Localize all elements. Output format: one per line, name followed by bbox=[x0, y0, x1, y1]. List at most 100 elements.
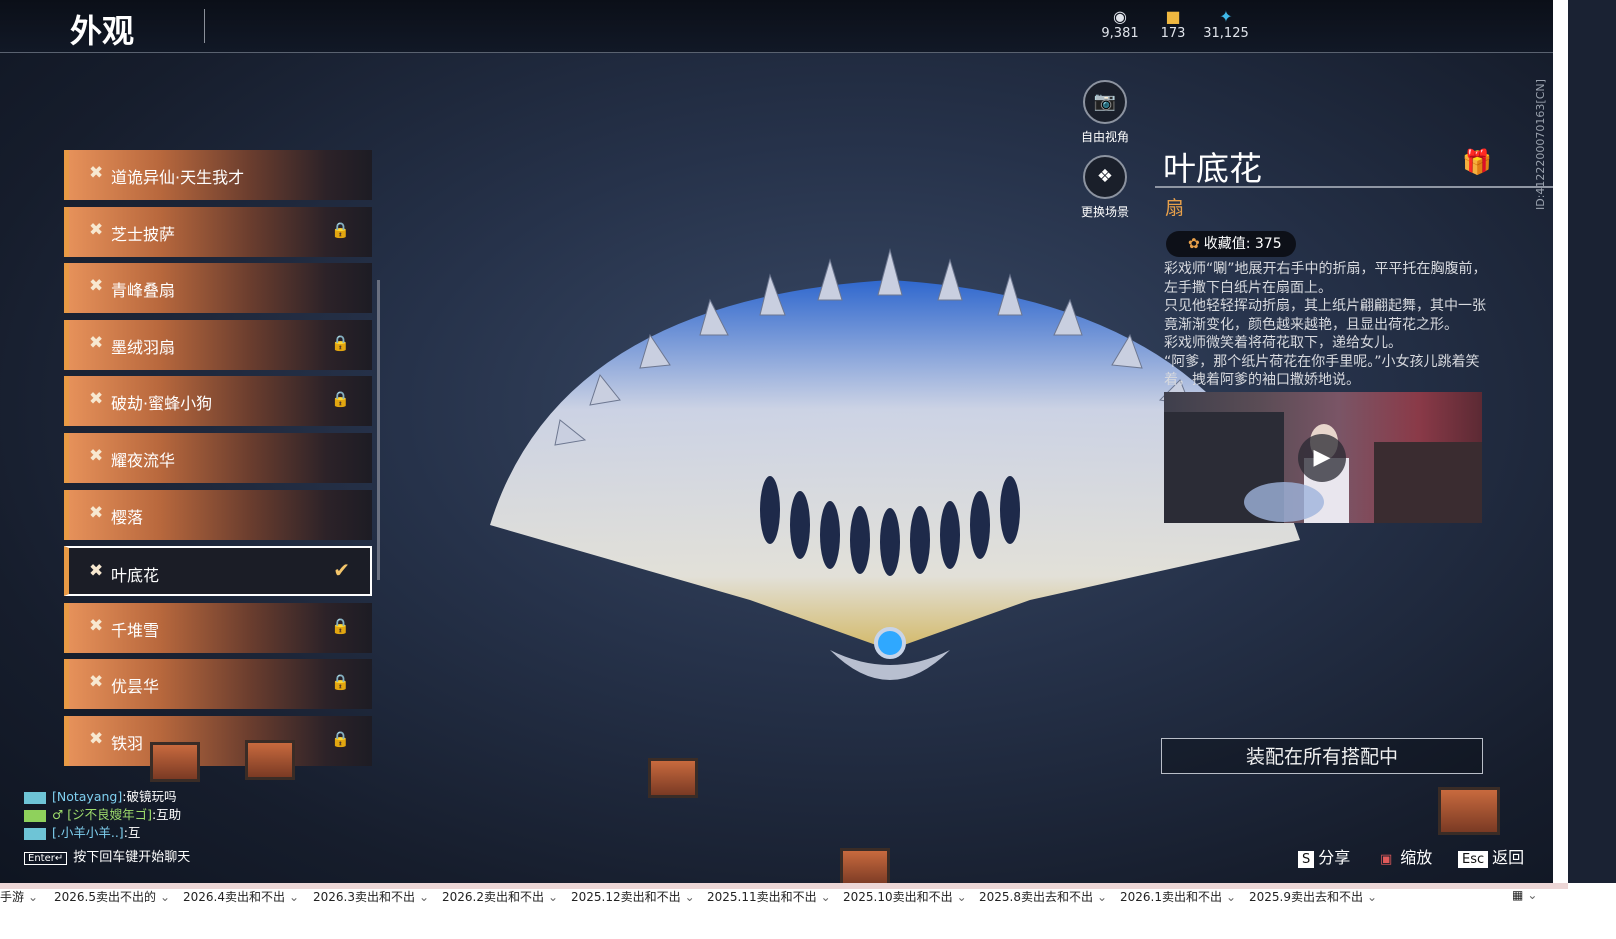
sheet-tab[interactable]: 手游 ⌄ bbox=[0, 888, 38, 905]
gold-chest-icon: ■ bbox=[1165, 7, 1181, 26]
chat-hint-text: 按下回车键开始聊天 bbox=[73, 850, 191, 865]
key-esc: Esc bbox=[1458, 851, 1489, 868]
title-underline bbox=[1155, 186, 1568, 188]
currency-bean: ◉ 9,381 bbox=[1090, 8, 1150, 42]
list-item[interactable]: ✖ 铁羽 🔒 bbox=[64, 715, 372, 766]
change-scene-button[interactable]: ❖ 更换场景 bbox=[1065, 155, 1145, 220]
tab-label: 2025.12卖出和不出 bbox=[571, 890, 681, 904]
lantern-decoration bbox=[1438, 787, 1500, 835]
chat-user[interactable]: [.小羊小羊..] bbox=[52, 825, 124, 840]
currency-value: 173 bbox=[1160, 26, 1186, 41]
list-item[interactable]: ✖ 优昙华 🔒 bbox=[64, 659, 372, 710]
key-s: S bbox=[1298, 851, 1315, 868]
collect-value: 收藏值: 375 bbox=[1203, 236, 1282, 252]
sheet-tab-bar: 手游 ⌄ 2026.5卖出不出的 ⌄ 2026.4卖出和不出 ⌄ 2026.3卖出和不… bbox=[0, 883, 1616, 939]
free-view-button[interactable]: 📷 自由视角 bbox=[1065, 80, 1145, 145]
desc-paragraph: “阿爹，那个纸片荷花在你手里呢。”小女孩儿跳着笑着，拽着阿爹的袖口撒娇地说。 bbox=[1164, 353, 1480, 389]
back-label: 返回 bbox=[1492, 848, 1525, 867]
sheet-tab[interactable]: 2025.10卖出和不出 ⌄ bbox=[843, 888, 967, 905]
sheet-tab[interactable]: 2026.4卖出和不出 ⌄ bbox=[183, 888, 299, 905]
free-view-label: 自由视角 bbox=[1080, 130, 1129, 144]
chat-line: [Notayang]:破镜玩吗 bbox=[24, 786, 176, 805]
item-type: 扇 bbox=[1165, 197, 1185, 219]
item-name: 优昙华 bbox=[111, 677, 160, 697]
lock-icon: 🔒 bbox=[331, 673, 350, 692]
sheet-tab[interactable]: 2025.9卖出去和不出 ⌄ bbox=[1249, 888, 1377, 905]
sheet-tab[interactable]: 2026.5卖出不出的 ⌄ bbox=[54, 888, 170, 905]
list-scrollbar[interactable] bbox=[377, 280, 380, 580]
play-icon[interactable]: ▶ bbox=[1298, 434, 1346, 482]
gift-icon[interactable]: 🎁 bbox=[1462, 148, 1492, 176]
chevron-down-icon: ⌄ bbox=[1527, 888, 1538, 902]
outfit-icon: ✖ bbox=[89, 561, 104, 582]
list-item[interactable]: ✖ 芝士披萨 🔒 bbox=[64, 206, 372, 257]
zoom-label: 缩放 bbox=[1400, 848, 1433, 867]
chat-msg: :互助 bbox=[151, 807, 182, 822]
share-label: 分享 bbox=[1318, 848, 1351, 867]
camera-icon: 📷 bbox=[1083, 80, 1127, 124]
sheet-tab[interactable]: 2026.2卖出和不出 ⌄ bbox=[442, 888, 558, 905]
feather-icon: ✦ bbox=[1219, 7, 1233, 26]
list-item[interactable]: ✖ 樱落 bbox=[64, 489, 372, 540]
list-item[interactable]: ✖ 千堆雪 🔒 bbox=[64, 602, 372, 653]
chat-user[interactable]: [Notayang] bbox=[52, 789, 122, 804]
item-name: 破劫·蜜蜂小狗 bbox=[111, 394, 213, 414]
sheet-tab[interactable]: 2026.1卖出和不出 ⌄ bbox=[1120, 888, 1236, 905]
zoom-button[interactable]: ▣ 缩放 bbox=[1376, 844, 1432, 868]
list-item[interactable]: ✖ 青峰叠扇 bbox=[64, 263, 372, 314]
sheet-tab[interactable]: 2026.3卖出和不出 ⌄ bbox=[313, 888, 429, 905]
back-button[interactable]: Esc 返回 bbox=[1458, 844, 1524, 868]
chevron-down-icon: ⌄ bbox=[419, 890, 430, 904]
cube-icon: ❖ bbox=[1083, 155, 1127, 199]
outfit-icon: ✖ bbox=[89, 728, 104, 749]
outfit-icon: ✖ bbox=[89, 163, 104, 183]
collect-icon: ✿ bbox=[1188, 236, 1200, 252]
lock-icon: 🔒 bbox=[331, 729, 350, 748]
chevron-down-icon: ⌄ bbox=[289, 890, 300, 904]
channel-tag-icon bbox=[24, 827, 46, 840]
list-item[interactable]: ✖ 破劫·蜜蜂小狗 🔒 bbox=[64, 376, 372, 427]
desc-paragraph: 彩戏师微笑着将荷花取下，递给女儿。 bbox=[1164, 335, 1402, 351]
sheet-tab[interactable]: 2025.11卖出和不出 ⌄ bbox=[707, 888, 831, 905]
desc-paragraph: 彩戏师“唰”地展开右手中的折扇，平平托在胸腹前，左手撒下白纸片在扇面上。 bbox=[1164, 261, 1487, 296]
equip-all-button[interactable]: 装配在所有搭配中 bbox=[1161, 738, 1483, 774]
currency-gold: ■ 173 bbox=[1143, 7, 1203, 42]
grid-icon[interactable]: ▦ ⌄ bbox=[1512, 888, 1537, 902]
list-item[interactable]: ✖ 道诡异仙·天生我才 bbox=[64, 150, 372, 200]
outfit-icon: ✖ bbox=[89, 332, 104, 353]
list-item[interactable]: ✖ 耀夜流华 bbox=[64, 432, 372, 483]
outfit-icon: ✖ bbox=[89, 502, 104, 523]
list-item[interactable]: ✖ 墨绒羽扇 🔒 bbox=[64, 319, 372, 370]
share-button[interactable]: S 分享 bbox=[1298, 844, 1350, 868]
sheet-tab[interactable]: 2025.12卖出和不出 ⌄ bbox=[571, 888, 695, 905]
item-name: 樱落 bbox=[111, 507, 144, 527]
tab-label: 2026.1卖出和不出 bbox=[1120, 890, 1222, 904]
chevron-down-icon: ⌄ bbox=[956, 890, 967, 904]
item-name: 芝士披萨 bbox=[111, 224, 176, 244]
lock-icon: 🔒 bbox=[331, 333, 350, 352]
chevron-down-icon: ⌄ bbox=[160, 890, 171, 904]
chat-user[interactable]: [ジ不良嫂年ゴ] bbox=[67, 807, 152, 822]
tab-label: 2026.3卖出和不出 bbox=[313, 890, 415, 904]
page-title: 外观 bbox=[70, 12, 135, 50]
tab-label: 2025.9卖出去和不出 bbox=[1249, 890, 1363, 904]
chevron-down-icon: ⌄ bbox=[548, 890, 559, 904]
item-name: 道诡异仙·天生我才 bbox=[111, 168, 245, 187]
sheet-tab[interactable]: 2025.8卖出去和不出 ⌄ bbox=[979, 888, 1107, 905]
background-window-edge bbox=[1553, 0, 1568, 883]
lock-icon: 🔒 bbox=[331, 220, 350, 239]
currency-value: 9,381 bbox=[1101, 26, 1139, 41]
item-description: 彩戏师“唰”地展开右手中的折扇，平平托在胸腹前，左手撒下白纸片在扇面上。 只见他… bbox=[1164, 260, 1489, 390]
currency-feather: ✦ 31,125 bbox=[1196, 7, 1256, 42]
item-name: 千堆雪 bbox=[111, 620, 160, 640]
outfit-list[interactable]: ✖ 道诡异仙·天生我才 ✖ 芝士披萨 🔒 ✖ 青峰叠扇 ✖ 墨绒羽扇 🔒 ✖ 破劫·蜜蜂小狗 🔒… bbox=[64, 150, 372, 775]
tab-label: 手游 bbox=[0, 890, 25, 904]
change-scene-label: 更换场景 bbox=[1080, 205, 1129, 219]
tab-label: 2026.4卖出和不出 bbox=[183, 890, 285, 904]
list-item-selected[interactable]: ✖ 叶底花 ✔ bbox=[64, 546, 372, 597]
lock-icon: 🔒 bbox=[331, 616, 350, 635]
gender-icon: ♂ bbox=[52, 807, 64, 822]
enter-key-icon: Enter↵ bbox=[24, 852, 68, 865]
item-name: 铁羽 bbox=[111, 733, 144, 753]
chat-hint[interactable]: Enter↵ 按下回车键开始聊天 bbox=[24, 846, 190, 865]
